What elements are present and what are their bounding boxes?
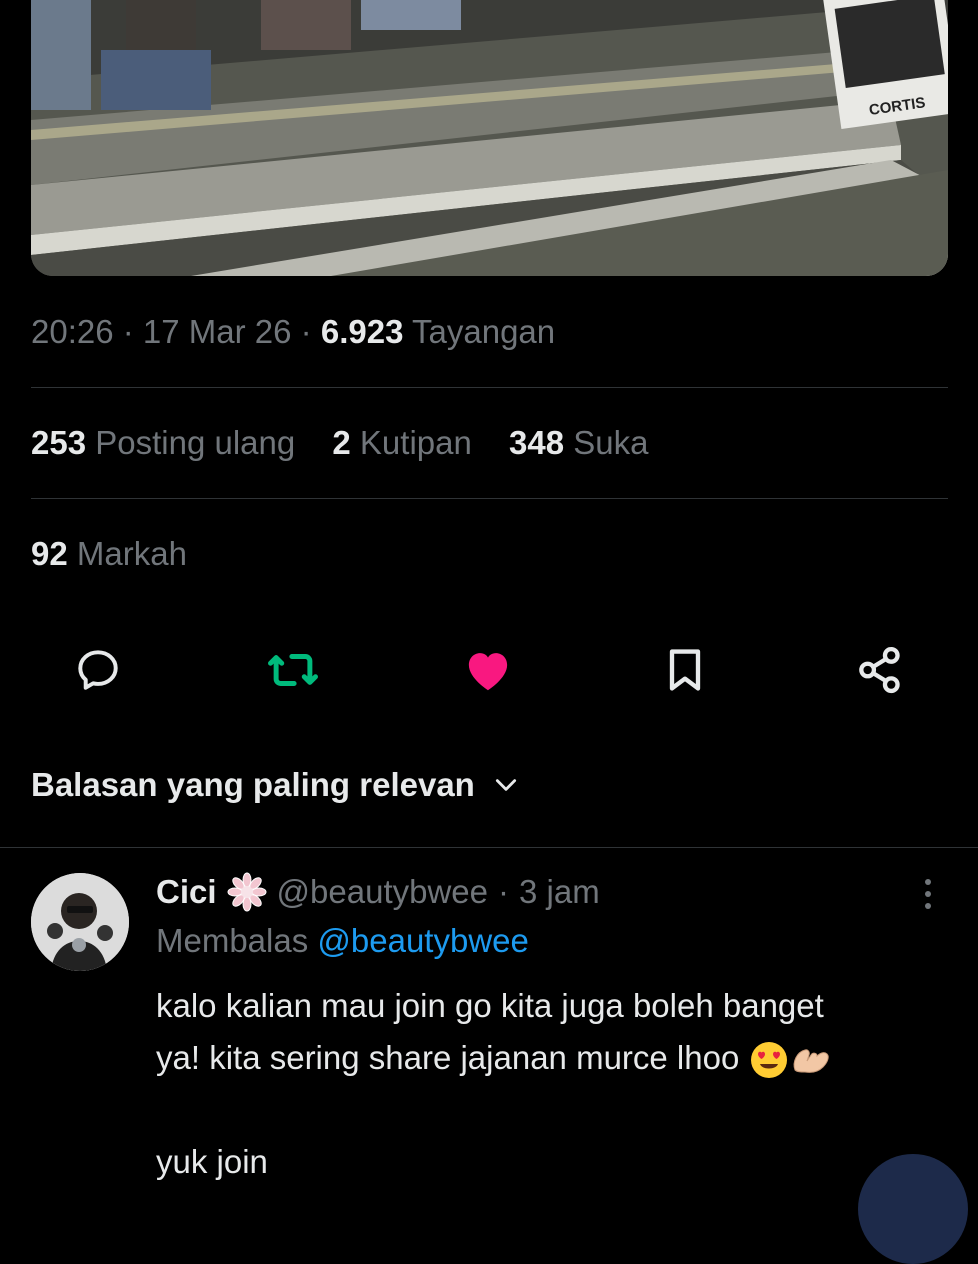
tweet-meta: 20:26 · 17 Mar 26 · 6.923 Tayangan [31, 313, 555, 351]
tweet-date: 17 Mar 26 [142, 313, 292, 350]
likes-stat[interactable]: 348 Suka [509, 424, 648, 461]
like-button[interactable] [458, 640, 518, 700]
tweet-image[interactable]: CORTIS [31, 0, 948, 276]
reply-header: Cici @beautybwee · 3 jam [156, 872, 600, 912]
replying-to: Membalas @beautybwee [156, 922, 529, 960]
reply-line: kalo kalian mau join go kita juga boleh … [156, 987, 824, 1024]
reply-line: yuk join [156, 1143, 268, 1180]
more-options-button[interactable] [912, 876, 944, 912]
reply-button[interactable] [68, 640, 128, 700]
divider [0, 847, 978, 848]
likes-label: Suka [564, 424, 649, 461]
reply-line: ya! kita sering share jajanan murce lhoo [156, 1032, 946, 1084]
more-vertical-icon [925, 879, 931, 909]
heart-hands-icon [793, 1049, 829, 1074]
sort-label: Balasan yang paling relevan [31, 766, 475, 803]
quotes-count: 2 [332, 424, 351, 461]
smiling-face-heart-eyes-icon [750, 1042, 787, 1079]
action-bar [0, 640, 978, 700]
share-icon [859, 646, 900, 694]
quotes-label: Kutipan [350, 424, 472, 461]
avatar[interactable] [31, 873, 129, 971]
bookmarks-count: 92 [31, 535, 68, 572]
views-count: 6.923 [320, 313, 404, 350]
repost-button[interactable] [263, 640, 323, 700]
quotes-stat[interactable]: 2 Kutipan [332, 424, 471, 461]
repost-icon [268, 654, 318, 686]
reply-separator: · [498, 873, 510, 910]
reply-time[interactable]: 3 jam [519, 873, 600, 911]
reply-author-handle[interactable]: @beautybwee [277, 873, 488, 911]
tweet-stats: 253 Posting ulang 2 Kutipan 348 Suka [31, 424, 676, 462]
views-label: Tayangan [403, 313, 556, 350]
divider [31, 498, 948, 499]
flower-badge-icon [227, 872, 267, 912]
reposts-stat[interactable]: 253 Posting ulang [31, 424, 295, 461]
tweet-time: 20:26 [31, 313, 114, 350]
compose-button[interactable] [858, 1154, 968, 1264]
reposts-count: 253 [31, 424, 87, 461]
meta-separator: · [291, 313, 321, 350]
chevron-down-icon [495, 779, 516, 791]
meta-separator: · [113, 313, 143, 350]
like-icon [468, 653, 508, 691]
share-button[interactable] [850, 640, 910, 700]
bookmark-button[interactable] [655, 640, 715, 700]
replying-label: Membalas [156, 922, 318, 959]
bookmarks-label: Markah [67, 535, 187, 572]
reply-text: kalo kalian mau join go kita juga boleh … [156, 980, 946, 1188]
bookmarks-stat[interactable]: 92 Markah [31, 535, 187, 573]
bookmark-icon [669, 649, 701, 691]
reposts-label: Posting ulang [86, 424, 296, 461]
divider [31, 387, 948, 388]
reply-author-name[interactable]: Cici [156, 873, 217, 911]
replies-sort-dropdown[interactable]: Balasan yang paling relevan [31, 766, 519, 804]
reply-line-text: ya! kita sering share jajanan murce lhoo [156, 1039, 749, 1076]
replying-mention-link[interactable]: @beautybwee [317, 922, 528, 959]
likes-count: 348 [509, 424, 565, 461]
reply-icon [78, 650, 118, 690]
